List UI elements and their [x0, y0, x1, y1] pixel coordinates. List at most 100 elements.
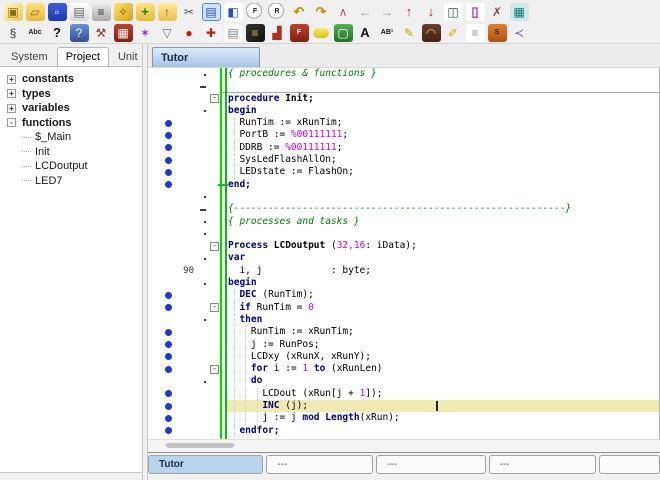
undo-icon[interactable]: ↶	[290, 3, 309, 21]
sidebar-tab-project[interactable]: Project	[56, 47, 109, 66]
compile-icon[interactable]: ⚒	[92, 24, 111, 42]
gutter-dot-icon	[204, 196, 206, 199]
emergency-icon[interactable]: ✚	[201, 23, 221, 42]
sidebar-tab-bar: System Project Unit	[0, 44, 142, 66]
tree-item-constants[interactable]: + constants	[0, 72, 142, 87]
print-icon[interactable]: ≡	[91, 2, 111, 21]
tree-item-variables[interactable]: + variables	[0, 101, 142, 116]
context-help-icon[interactable]: ?	[48, 24, 67, 42]
code-text: LEDstate := FlashOn;	[228, 166, 354, 178]
move-up-icon[interactable]: ↑	[400, 3, 419, 21]
code-text: i, j : byte;	[228, 264, 371, 276]
copy-icon[interactable]: ▣	[3, 2, 23, 21]
compiled-line-marker-icon[interactable]	[165, 291, 172, 299]
font-ab-icon[interactable]: AB¹	[378, 24, 397, 42]
tree-item-led7[interactable]: LED7	[0, 174, 142, 189]
compiled-line-marker-icon[interactable]	[165, 156, 172, 164]
bridge-icon[interactable]: ◠	[421, 23, 441, 42]
redo-icon[interactable]: ↷	[312, 3, 331, 21]
window-icon[interactable]: ◧	[223, 2, 243, 21]
rom-file-icon[interactable]: ▤	[223, 23, 243, 42]
split-view-icon[interactable]: ▤	[201, 2, 221, 21]
file-tab-tutor[interactable]: Tutor	[148, 454, 264, 474]
tree-connector	[22, 180, 31, 182]
code-editor[interactable]: { procedures & functions } - procedure Ini…	[148, 68, 660, 439]
compiled-line-marker-icon[interactable]	[165, 144, 172, 152]
add-folder-icon[interactable]: +	[135, 2, 155, 21]
tools-icon[interactable]: ✗	[488, 3, 507, 21]
pen-icon[interactable]: ✎	[400, 24, 419, 42]
display-icon[interactable]: ▢	[333, 23, 353, 42]
cut-icon[interactable]: ✂	[180, 3, 199, 21]
compiled-line-marker-icon[interactable]	[165, 402, 172, 410]
spellcheck-icon[interactable]: Abc	[26, 24, 45, 42]
save-as-icon[interactable]: ▤	[69, 2, 89, 21]
expand-icon[interactable]: +	[7, 89, 16, 99]
fold-collapse-icon[interactable]: -	[210, 94, 219, 104]
compiled-line-marker-icon[interactable]	[165, 181, 172, 189]
replace-icon[interactable]: R	[267, 2, 287, 21]
nav-back-icon[interactable]: ←	[356, 3, 375, 21]
compiled-line-marker-icon[interactable]	[165, 131, 172, 139]
file-tab----[interactable]: ---	[488, 454, 597, 474]
move-down-icon[interactable]: ↓	[422, 3, 441, 21]
sidebar-tab-unit[interactable]: Unit	[109, 47, 147, 66]
compiled-line-marker-icon[interactable]	[165, 119, 172, 127]
expand-icon[interactable]: +	[7, 74, 16, 84]
compiled-line-marker-icon[interactable]	[165, 328, 172, 336]
tree-item-init[interactable]: Init	[0, 145, 142, 160]
code-text: if RunTim = 0	[239, 301, 314, 313]
compiled-line-marker-icon[interactable]	[165, 365, 172, 373]
compiled-line-marker-icon[interactable]	[165, 168, 172, 176]
chip-icon[interactable]: ≡	[245, 23, 265, 42]
wizard-icon[interactable]: ✶	[136, 24, 155, 42]
editor-tab-tutor[interactable]: Tutor	[152, 47, 260, 67]
file-tab----[interactable]: ---	[376, 454, 486, 474]
margin-line-1	[220, 68, 222, 439]
compiled-line-marker-icon[interactable]	[165, 341, 172, 349]
debug-bug-icon[interactable]: ●	[180, 24, 199, 42]
fold-collapse-icon[interactable]: -	[210, 364, 219, 374]
find-icon[interactable]: F	[245, 2, 265, 21]
tree-item-functions[interactable]: - functions	[0, 116, 142, 131]
save-icon[interactable]: ▫	[47, 2, 67, 21]
horizontal-scrollbar[interactable]	[148, 439, 660, 452]
special-chars-icon[interactable]: §	[4, 24, 23, 42]
preview-icon[interactable]: ◫	[443, 2, 463, 21]
expand-icon[interactable]: +	[7, 103, 16, 113]
application-window: { "colors": { "accent_blue": "#1f3bcf", …	[0, 0, 660, 480]
font-a-icon[interactable]: A	[356, 24, 375, 42]
tree-item-types[interactable]: + types	[0, 87, 142, 102]
file-tab-empty-4[interactable]	[599, 454, 660, 474]
compiled-line-marker-icon[interactable]	[165, 427, 172, 435]
lcd-icon[interactable]	[313, 27, 329, 38]
file-tab----[interactable]: ---	[266, 454, 374, 474]
fold-collapse-icon[interactable]: -	[210, 303, 219, 313]
fold-collapse-icon[interactable]: -	[210, 241, 219, 251]
tree-item-main[interactable]: $_Main	[0, 130, 142, 145]
speaker-icon[interactable]: S	[487, 23, 507, 42]
compiled-line-marker-icon[interactable]	[165, 414, 172, 422]
key-icon[interactable]: ✧	[113, 2, 133, 21]
folder-up-icon[interactable]: ↑	[157, 2, 177, 21]
make-f-icon[interactable]: F	[289, 23, 309, 42]
highlighter-icon[interactable]: ✐	[444, 24, 463, 42]
splitter-icon[interactable]: ≺	[510, 24, 529, 42]
compass-icon[interactable]: ∧	[334, 3, 353, 21]
horizontal-scrollbar-thumb[interactable]	[166, 443, 234, 448]
compiled-line-marker-icon[interactable]	[165, 304, 172, 312]
form-icon[interactable]: ▯	[465, 2, 485, 21]
calculator-icon[interactable]: ▦	[509, 2, 529, 21]
open-folder-icon[interactable]: ▱	[25, 2, 45, 21]
tree-item-lcdoutput[interactable]: LCDoutput	[0, 159, 142, 174]
build-wall-icon[interactable]: ▦	[113, 23, 133, 42]
sidebar-tab-system[interactable]: System	[2, 47, 57, 66]
filter-icon[interactable]: ▽	[158, 24, 177, 42]
nav-forward-icon[interactable]: →	[378, 3, 397, 21]
compiled-line-marker-icon[interactable]	[165, 353, 172, 361]
notes-icon[interactable]: ≡	[465, 23, 485, 42]
compiled-line-marker-icon[interactable]	[165, 390, 172, 398]
make-stairs-icon[interactable]: ▟	[268, 24, 287, 42]
help-book-icon[interactable]: ?	[69, 23, 89, 42]
collapse-icon[interactable]: -	[7, 118, 16, 128]
